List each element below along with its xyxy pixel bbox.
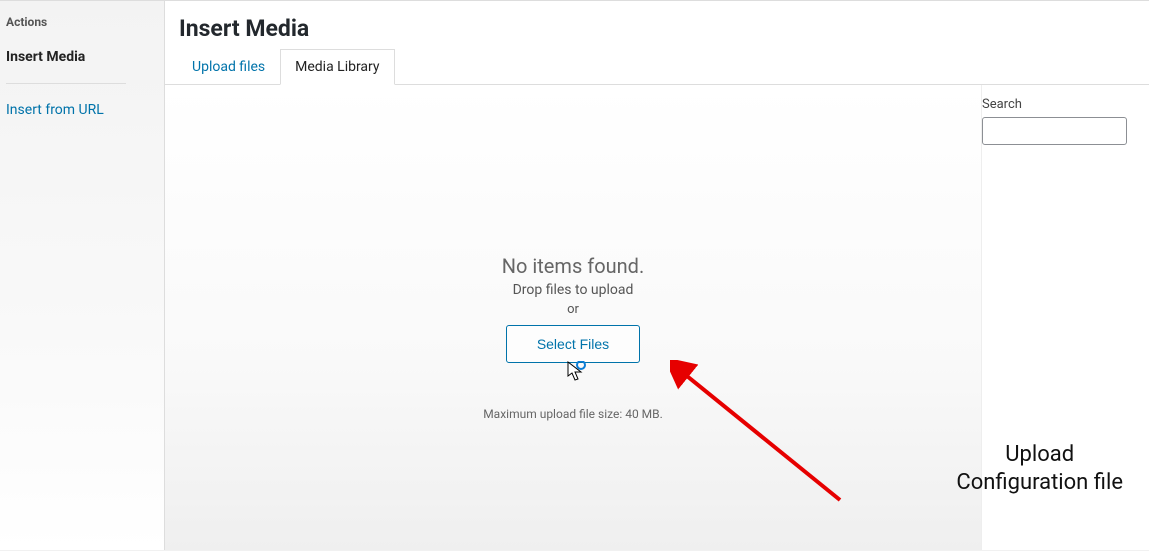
insert-media-modal: Actions Insert Media Insert from URL Ins… [0, 0, 1149, 550]
tab-media-library[interactable]: Media Library [280, 49, 394, 85]
no-items-text: No items found. [502, 254, 644, 278]
sidebar-item-insert-from-url[interactable]: Insert from URL [0, 92, 164, 128]
content-area: No items found. Drop files to upload or … [165, 85, 1149, 550]
main-panel: Insert Media Upload files Media Library … [165, 1, 1149, 550]
drop-hint-text: Drop files to upload [513, 282, 634, 298]
sidebar-divider [6, 83, 126, 84]
search-input[interactable] [982, 117, 1127, 145]
max-upload-size-text: Maximum upload file size: 40 MB. [483, 407, 663, 421]
select-files-button[interactable]: Select Files [506, 325, 640, 363]
sidebar-item-insert-media[interactable]: Insert Media [0, 39, 164, 75]
tab-upload-files[interactable]: Upload files [177, 49, 280, 85]
search-label: Search [982, 97, 1133, 112]
modal-title: Insert Media [165, 1, 1149, 48]
media-tabs: Upload files Media Library [165, 48, 1149, 85]
sidebar: Actions Insert Media Insert from URL [0, 1, 165, 550]
media-grid: No items found. Drop files to upload or … [165, 85, 981, 550]
sidebar-heading: Actions [0, 15, 164, 39]
or-text: or [567, 302, 579, 317]
attachment-details-panel: Search [981, 85, 1149, 550]
